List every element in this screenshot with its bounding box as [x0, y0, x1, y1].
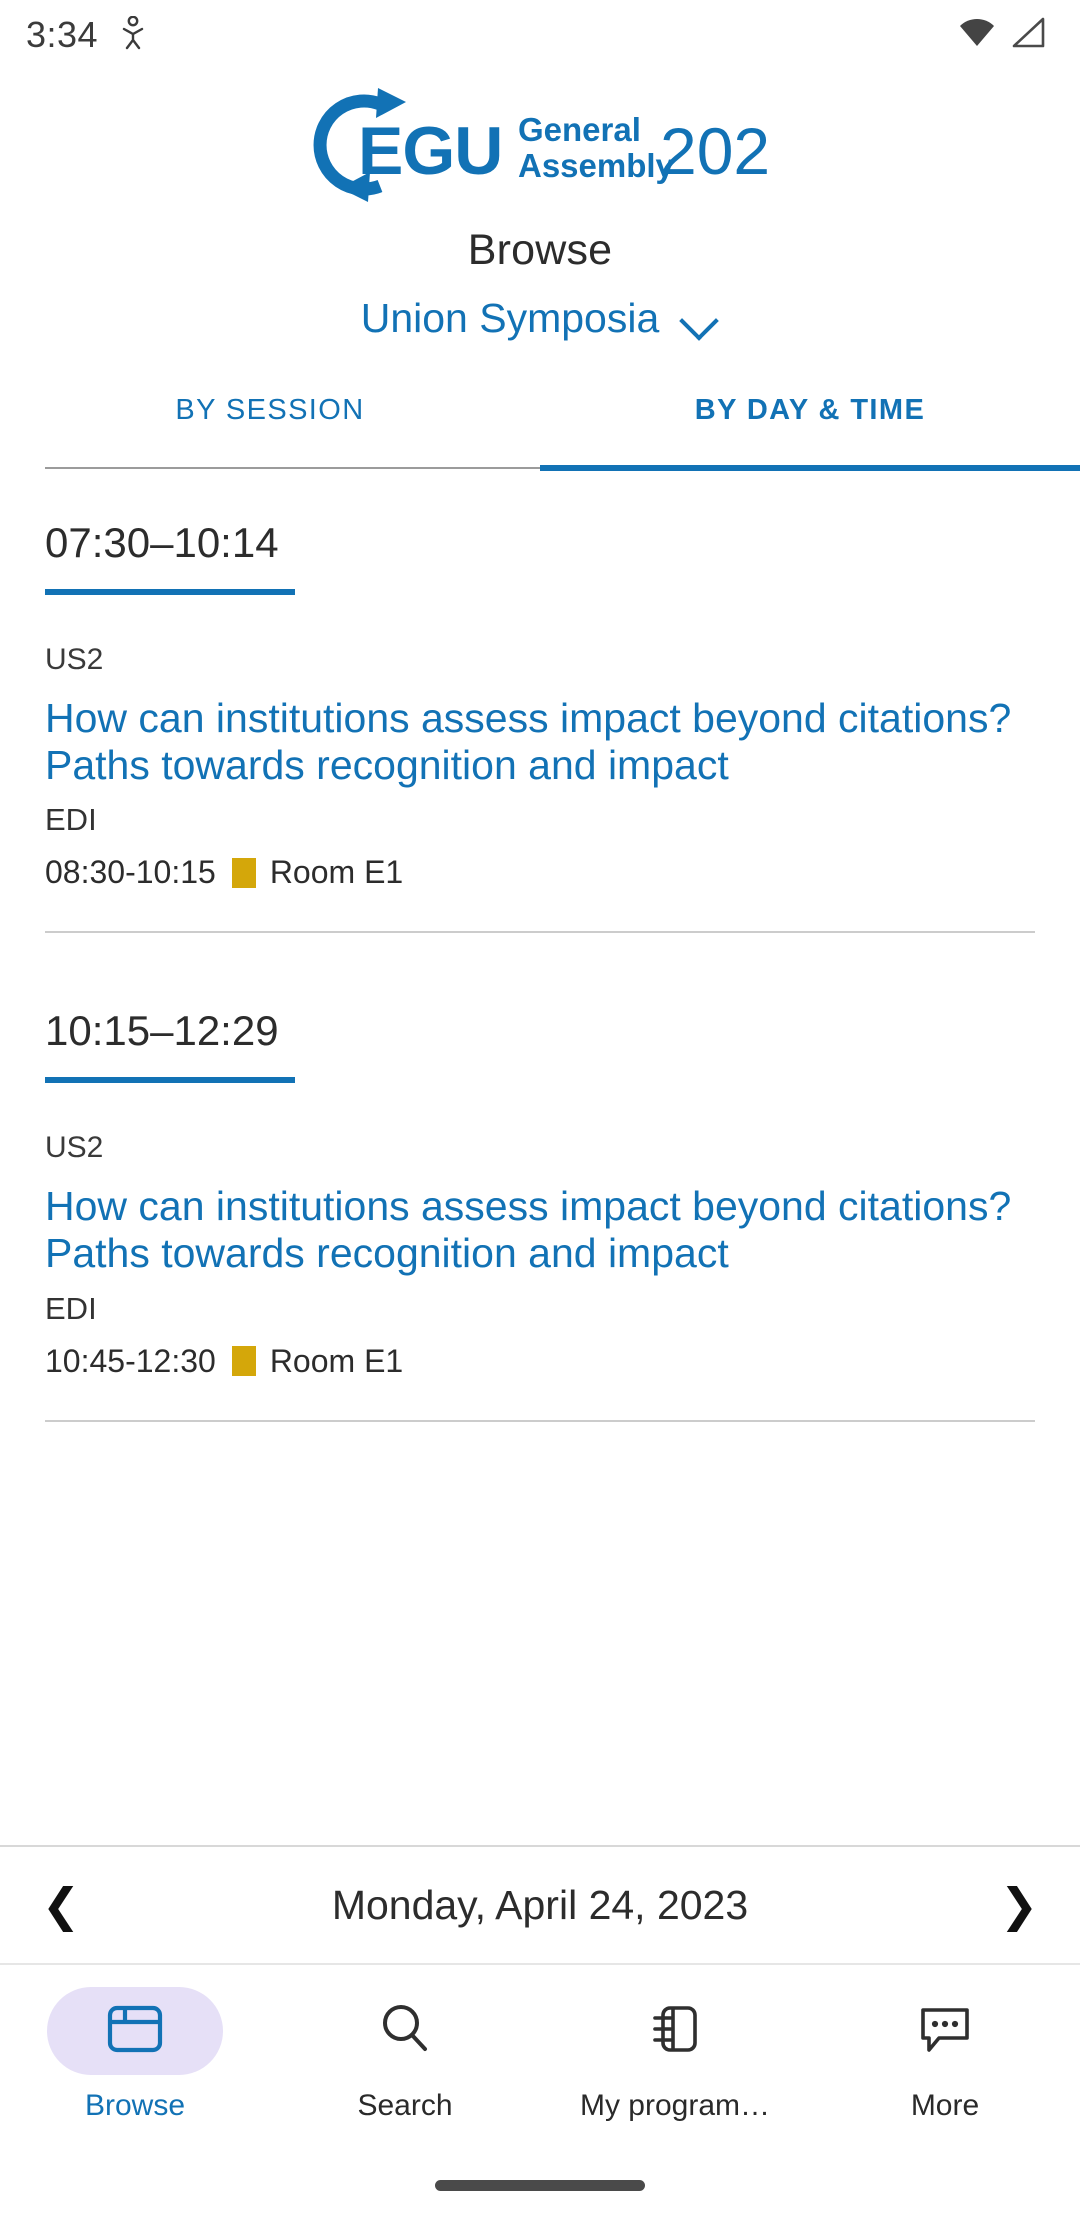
session-code: US2: [45, 1131, 104, 1165]
current-date-label: Monday, April 24, 2023: [331, 1881, 749, 1928]
view-tabs: BY SESSION BY DAY & TIME: [0, 394, 1080, 465]
tab-by-session[interactable]: BY SESSION: [0, 394, 540, 465]
chevron-down-icon: [681, 307, 719, 331]
tab-by-day-and-time[interactable]: BY DAY & TIME: [540, 394, 1080, 465]
category-dropdown-value: Union Symposia: [360, 295, 660, 341]
session-subtitle: EDI: [45, 1290, 97, 1326]
category-dropdown[interactable]: Union Symposia: [0, 295, 1080, 342]
session-list: 07:30–10:14 US2 How can institutions ass…: [0, 471, 1080, 1845]
home-indicator[interactable]: [435, 2179, 645, 2191]
session-time: 08:30-10:15: [45, 854, 216, 891]
page-title: Browse: [467, 226, 613, 274]
session-title-link[interactable]: How can institutions assess impact beyon…: [45, 1183, 1035, 1276]
session-item[interactable]: US2 How can institutions assess impact b…: [45, 1083, 1035, 1422]
nav-active-pill: [47, 1987, 223, 2075]
session-meta: 10:45-12:30 Room E1: [45, 1343, 1035, 1380]
session-title-link[interactable]: How can institutions assess impact beyon…: [45, 695, 1035, 788]
tab-active-indicator: [540, 465, 1080, 471]
session-meta: 08:30-10:15 Room E1: [45, 854, 1035, 891]
wifi-icon: [958, 17, 996, 54]
room-color-swatch: [231, 1346, 256, 1377]
nav-label-search: Search: [357, 2089, 453, 2122]
chat-bubble-dots-icon: [916, 2002, 974, 2061]
session-room: Room E1: [269, 1342, 404, 1379]
time-group-header: 10:15–12:29: [45, 959, 1035, 1084]
nav-label-more: More: [910, 2089, 980, 2122]
chevron-right-icon[interactable]: ❯: [984, 1882, 1054, 1928]
nav-pill: [587, 1987, 763, 2075]
status-bar-right: [958, 17, 1046, 54]
nav-label-my-program: My program…: [579, 2089, 771, 2122]
search-icon: [377, 2002, 433, 2061]
home-indicator-area: [0, 2150, 1080, 2220]
browser-window-icon: [106, 2003, 164, 2060]
status-clock: 3:34: [26, 14, 99, 55]
status-bar-left: 3:34: [26, 14, 146, 56]
room-color-swatch: [231, 857, 256, 888]
tab-indicator-row: [0, 465, 1080, 471]
status-bar: 3:34: [0, 0, 1080, 70]
chevron-left-icon[interactable]: ❮: [26, 1882, 96, 1928]
session-divider: [45, 1419, 1035, 1422]
nav-item-my-program[interactable]: My program…: [540, 1987, 810, 2123]
nav-item-search[interactable]: Search: [270, 1987, 540, 2123]
time-group-label: 07:30–10:14: [45, 519, 279, 566]
session-item[interactable]: US2 How can institutions assess impact b…: [45, 595, 1035, 934]
session-room: Room E1: [269, 854, 404, 891]
nav-item-browse[interactable]: Browse: [0, 1987, 270, 2123]
cell-signal-icon: [1010, 17, 1046, 54]
date-navigation-bar: ❮ Monday, April 24, 2023 ❯: [0, 1845, 1080, 1965]
nav-pill: [317, 1987, 493, 2075]
nav-label-browse: Browse: [84, 2089, 186, 2122]
time-group-label: 10:15–12:29: [45, 1007, 279, 1055]
time-group-header: 07:30–10:14: [45, 471, 1035, 595]
app-screen: 3:34 EGU General Assembly 202 Browse Uni…: [0, 0, 1080, 2220]
session-subtitle: EDI: [45, 802, 97, 838]
bottom-navigation-bar: Browse Search My program… More: [0, 1965, 1080, 2150]
egu-circle-logo: EGU General Assembly 2023: [313, 88, 770, 202]
session-time: 10:45-12:30: [45, 1342, 216, 1379]
svg-text:General: General: [518, 111, 641, 148]
egu-logo: EGU General Assembly 2023: [0, 70, 1080, 210]
nav-item-more[interactable]: More: [810, 1987, 1080, 2123]
nav-pill: [857, 1987, 1033, 2075]
notebook-icon: [647, 2002, 703, 2061]
session-code: US2: [45, 643, 104, 676]
svg-text:EGU: EGU: [358, 113, 502, 189]
svg-text:2023: 2023: [660, 114, 770, 188]
person-walking-icon: [120, 15, 146, 55]
svg-text:Assembly: Assembly: [518, 147, 675, 184]
